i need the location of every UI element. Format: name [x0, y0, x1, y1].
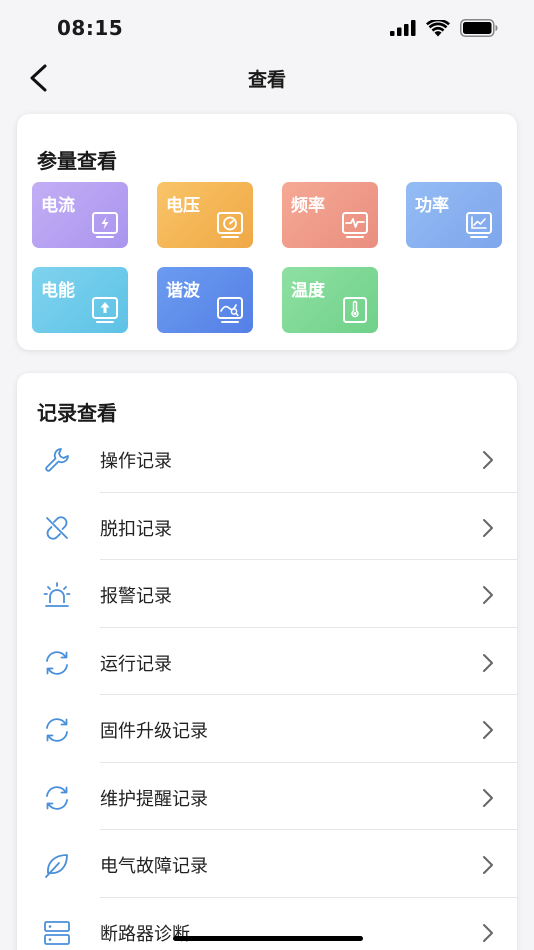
record-row-label: 脱扣记录: [100, 518, 172, 540]
page-title: 查看: [247, 69, 286, 91]
current-icon: [92, 212, 118, 238]
record-row-running[interactable]: 运行记录: [17, 628, 517, 695]
record-row-breaker-diagnosis[interactable]: 断路器诊断: [17, 898, 517, 950]
refresh-icon: [46, 718, 68, 742]
voltage-icon: [217, 212, 243, 238]
tile-temperature[interactable]: 温度: [282, 267, 378, 333]
tile-label: 谐波: [166, 281, 200, 301]
tile-label: 电流: [41, 196, 75, 216]
record-row-label: 操作记录: [100, 451, 172, 472]
signal-icon: [390, 20, 416, 36]
records-section-title: 记录查看: [37, 401, 117, 425]
tile-frequency[interactable]: 频率: [282, 182, 378, 248]
tile-power[interactable]: 功率: [406, 182, 502, 248]
battery-icon: [460, 19, 498, 37]
nav-bar: 查看: [0, 56, 534, 100]
record-row-label: 电气故障记录: [100, 856, 208, 877]
tile-label: 电压: [166, 196, 200, 216]
alarm-light-icon: [43, 582, 71, 607]
record-row-label: 固件升级记录: [100, 721, 208, 742]
tile-label: 功率: [415, 196, 449, 216]
wrench-icon: [45, 448, 69, 472]
chevron-right-icon: [483, 653, 493, 672]
record-row-alarm[interactable]: 报警记录: [17, 560, 517, 628]
tile-label: 温度: [291, 281, 325, 301]
energy-icon: [92, 297, 118, 323]
chevron-right-icon: [483, 586, 493, 604]
server-icon: [44, 920, 70, 945]
tile-voltage[interactable]: 电压: [157, 182, 253, 248]
chevron-right-icon: [483, 923, 493, 942]
status-bar: 08:15: [0, 0, 534, 56]
home-indicator[interactable]: [173, 936, 363, 941]
harmonic-icon: [217, 297, 243, 323]
refresh-icon: [46, 785, 68, 810]
tile-label: 频率: [291, 196, 325, 216]
broken-link-icon: [46, 515, 68, 540]
chevron-right-icon: [483, 788, 493, 807]
status-time: 08:15: [57, 16, 124, 40]
tile-energy[interactable]: 电能: [32, 267, 128, 333]
tile-label: 电能: [41, 281, 75, 301]
chevron-right-icon: [483, 451, 493, 469]
record-row-firmware[interactable]: 固件升级记录: [17, 695, 517, 763]
refresh-icon: [46, 650, 68, 675]
tile-current[interactable]: 电流: [32, 182, 128, 248]
record-row-trip[interactable]: 脱扣记录: [17, 493, 517, 560]
record-row-label: 断路器诊断: [100, 923, 190, 945]
power-icon: [466, 212, 492, 238]
record-row-label: 报警记录: [100, 586, 172, 607]
tile-harmonic[interactable]: 谐波: [157, 267, 253, 333]
record-row-electrical-fault[interactable]: 电气故障记录: [17, 830, 517, 898]
frequency-icon: [342, 212, 368, 238]
chevron-right-icon: [483, 518, 493, 537]
record-row-label: 运行记录: [100, 653, 172, 675]
leaf-icon: [45, 854, 68, 878]
params-card: 参量查看 电流 电压 频率 功率 电能 谐波 温度: [17, 114, 517, 350]
status-icons: [390, 19, 498, 37]
record-row-operation[interactable]: 操作记录: [17, 425, 517, 493]
records-card: 记录查看 操作记录 脱扣记录 报警记录 运行记录 固件升级记录 维护提醒记录 电…: [17, 373, 517, 950]
temperature-icon: [343, 297, 367, 323]
chevron-right-icon: [483, 721, 493, 739]
chevron-right-icon: [483, 856, 493, 874]
record-row-label: 维护提醒记录: [100, 788, 208, 810]
record-row-maintenance[interactable]: 维护提醒记录: [17, 763, 517, 830]
params-section-title: 参量查看: [37, 149, 117, 173]
wifi-icon: [426, 19, 450, 36]
